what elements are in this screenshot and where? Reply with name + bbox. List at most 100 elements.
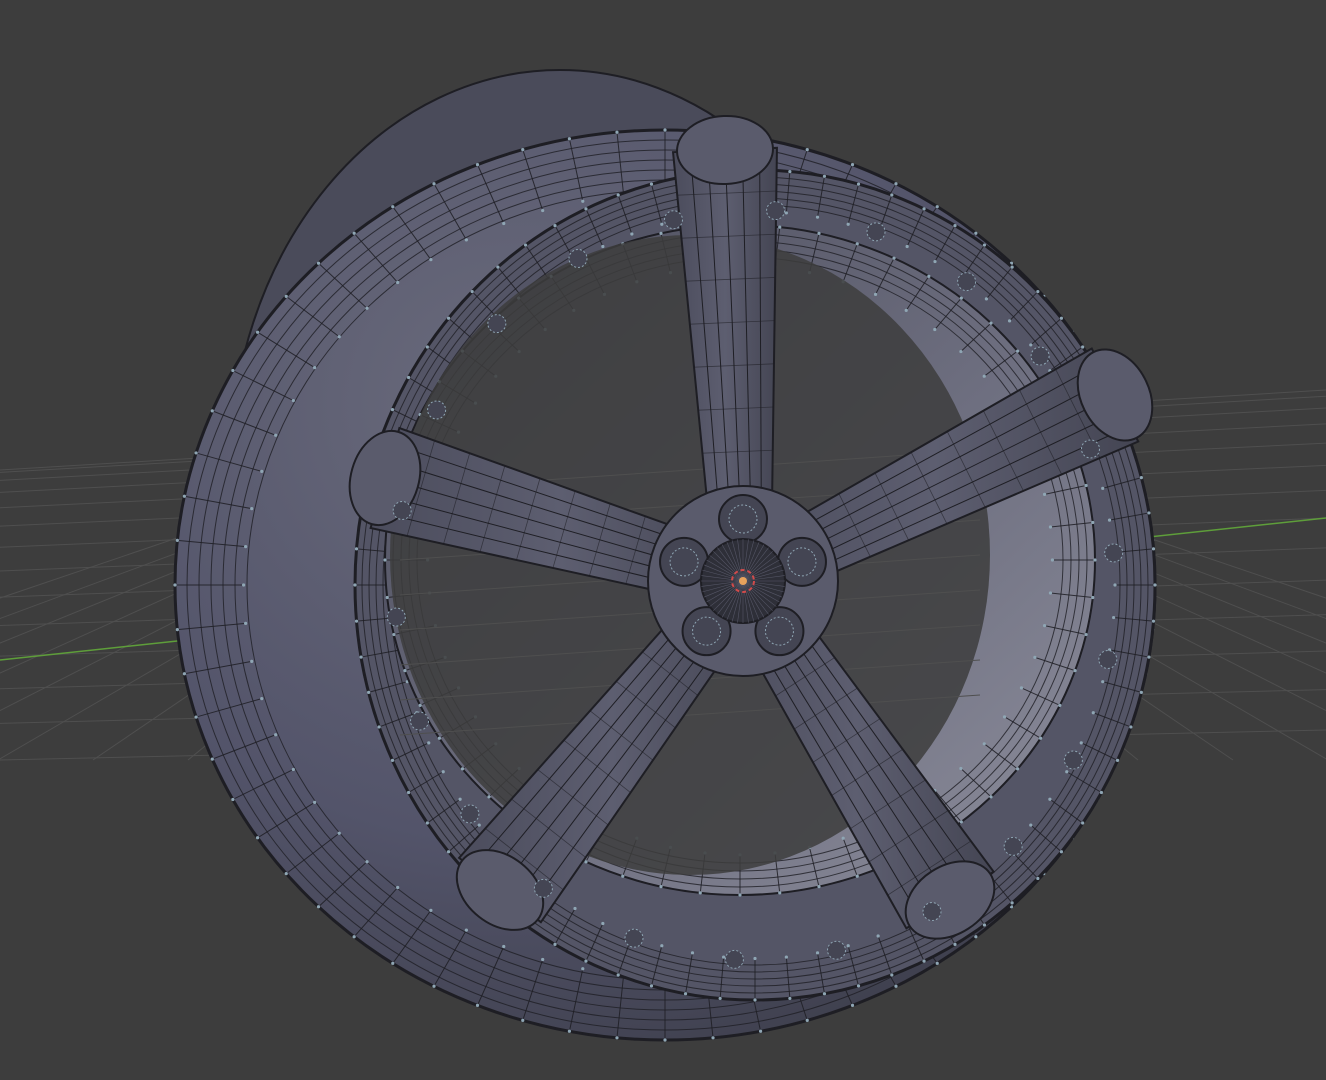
mesh-vertex (630, 232, 634, 236)
mesh-vertex (856, 182, 861, 186)
mesh-vertex (855, 874, 859, 878)
mesh-vertex (953, 942, 957, 947)
mesh-vertex (502, 944, 506, 949)
mesh-vertex (959, 349, 963, 354)
wheel-mesh[interactable] (173, 69, 1166, 1042)
mesh-vertex (352, 231, 356, 235)
mesh-vertex (1015, 349, 1020, 353)
mesh-vertex (541, 957, 545, 962)
lug-nut[interactable] (718, 494, 768, 544)
mesh-vertex (1010, 901, 1014, 905)
mesh-vertex (242, 583, 246, 587)
mesh-vertex (784, 211, 788, 215)
mesh-vertex (406, 790, 411, 795)
mesh-vertex (425, 345, 429, 349)
mesh-vertex (460, 767, 465, 771)
mesh-vertex (231, 797, 235, 802)
mesh-vertex (396, 885, 400, 890)
3d-viewport[interactable] (0, 0, 1326, 1080)
mesh-vertex (391, 961, 395, 965)
mesh-vertex (1093, 558, 1097, 562)
mesh-vertex (244, 545, 248, 549)
mesh-vertex (984, 297, 989, 301)
mesh-vertex (856, 984, 861, 988)
mesh-vertex (855, 242, 859, 246)
mesh-vertex (260, 469, 264, 474)
mesh-vertex (354, 619, 359, 623)
mesh-vertex (615, 130, 619, 134)
mesh-vertex (690, 951, 695, 955)
mesh-vertex (817, 231, 821, 235)
mesh-vertex (663, 128, 667, 132)
mesh-vertex (429, 258, 433, 262)
mesh-vertex (1153, 583, 1157, 587)
mesh-vertex (1079, 741, 1083, 745)
mesh-vertex (873, 292, 878, 296)
mesh-vertex (1099, 790, 1104, 795)
mesh-vertex (778, 891, 782, 895)
mesh-vertex (274, 433, 278, 437)
mesh-vertex (982, 742, 986, 746)
mesh-vertex (175, 627, 179, 632)
mesh-vertex (210, 409, 214, 413)
mesh-vertex (1042, 623, 1047, 628)
mesh-vertex (892, 256, 896, 260)
mesh-vertex (352, 935, 356, 939)
mesh-vertex (1048, 591, 1053, 595)
mesh-vertex (385, 595, 389, 600)
mesh-vertex (437, 736, 442, 740)
bolt (827, 940, 847, 960)
mesh-vertex (850, 163, 855, 167)
mesh-vertex (876, 934, 880, 938)
mesh-vertex (429, 908, 433, 912)
mesh-vertex (284, 294, 288, 298)
mesh-vertex (850, 1003, 855, 1007)
mesh-vertex (581, 967, 585, 971)
mesh-vertex (1081, 821, 1085, 825)
mesh-vertex (1113, 583, 1117, 587)
viewport-canvas[interactable] (0, 0, 1326, 1080)
mesh-vertex (475, 1003, 480, 1007)
mesh-vertex (846, 222, 850, 226)
bolt (1080, 439, 1100, 459)
mesh-vertex (441, 770, 445, 774)
mesh-vertex (788, 996, 792, 1001)
mesh-vertex (841, 836, 845, 840)
mesh-vertex (1019, 686, 1024, 690)
mesh-vertex (354, 547, 359, 551)
mesh-vertex (1038, 736, 1043, 740)
mesh-vertex (1010, 265, 1014, 269)
mesh-vertex (815, 951, 820, 955)
mesh-vertex (753, 998, 757, 1002)
mesh-vertex (1084, 483, 1088, 488)
mesh-vertex (1101, 680, 1105, 684)
mesh-vertex (367, 690, 371, 695)
mesh-vertex (815, 215, 820, 219)
mesh-vertex (1042, 492, 1047, 497)
mesh-vertex (1029, 823, 1033, 827)
mesh-vertex (553, 942, 557, 947)
mesh-vertex (567, 1029, 572, 1033)
mesh-vertex (523, 243, 528, 247)
mesh-vertex (541, 208, 545, 213)
mesh-vertex (353, 583, 357, 587)
mesh-vertex (1115, 758, 1120, 762)
mesh-vertex (337, 335, 341, 339)
mesh-vertex (1129, 725, 1133, 729)
bolt (392, 500, 412, 520)
bolt (766, 201, 786, 221)
mesh-vertex (822, 992, 827, 996)
mesh-vertex (933, 259, 937, 264)
mesh-vertex (194, 715, 198, 719)
mesh-vertex (659, 231, 663, 235)
mesh-vertex (284, 872, 288, 876)
mesh-vertex (922, 207, 926, 211)
bolt (386, 607, 406, 627)
mesh-vertex (1139, 690, 1143, 695)
mesh-vertex (173, 583, 177, 587)
mesh-vertex (521, 147, 525, 152)
mesh-vertex (359, 655, 363, 659)
mesh-vertex (927, 274, 931, 278)
mesh-vertex (210, 757, 214, 761)
mesh-vertex (464, 928, 468, 932)
